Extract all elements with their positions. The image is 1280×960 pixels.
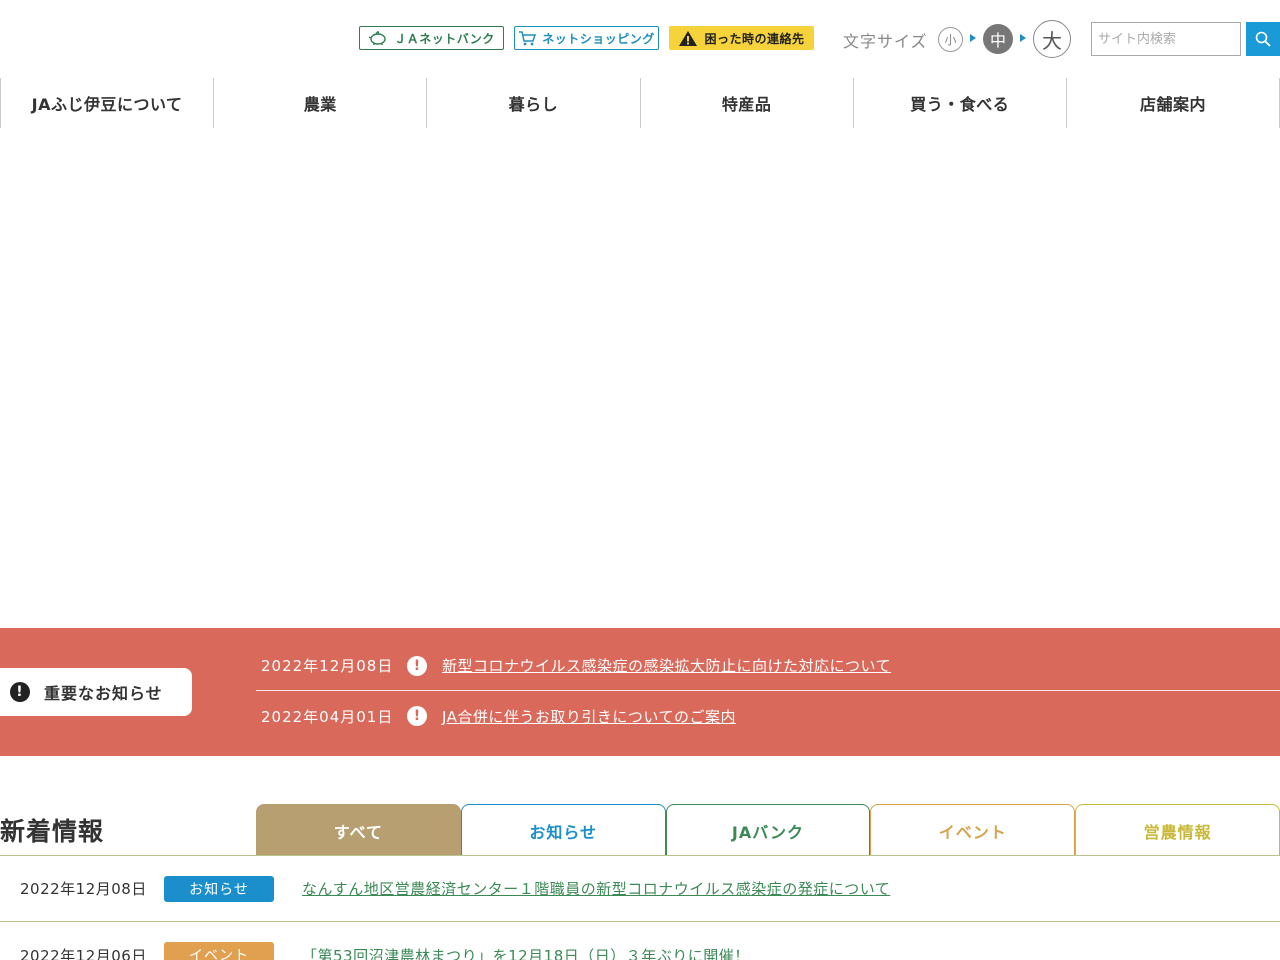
notice-link[interactable]: JA合併に伴うお取り引きについてのご案内 [442, 706, 736, 727]
news-link[interactable]: 「第53回沼津農林まつり」を12月18日（日）３年ぶりに開催！ [302, 945, 750, 960]
tab-farming-info[interactable]: 営農情報 [1075, 804, 1280, 856]
tab-notice[interactable]: お知らせ [460, 804, 666, 856]
search-icon [1255, 31, 1271, 47]
notice-date: 2022年04月01日 [261, 707, 394, 726]
ja-netbank-label: ＪＡネットバンク [394, 31, 495, 46]
font-size-small-button[interactable]: 小 [938, 27, 963, 52]
important-notice-item: 2022年04月01日 ! JA合併に伴うお取り引きについてのご案内 [256, 691, 1280, 741]
news-link[interactable]: なんすん地区営農経済センター１階職員の新型コロナウイルス感染症の発症について [302, 878, 890, 899]
nav-item-agriculture[interactable]: 農業 [214, 78, 428, 128]
important-notice-title-text: 重要なお知らせ [44, 684, 163, 703]
nav-item-shop-eat[interactable]: 買う・食べる [854, 78, 1067, 128]
piggy-bank-icon [368, 31, 386, 45]
news-item: 2022年12月08日 お知らせ なんすん地区営農経済センター１階職員の新型コロ… [0, 856, 1280, 922]
nav-item-living[interactable]: 暮らし [427, 78, 641, 128]
net-shopping-button[interactable]: ネットショッピング [514, 26, 659, 50]
global-nav: JAふじ伊豆について 農業 暮らし 特産品 買う・食べる 店舗案内 [0, 78, 1280, 128]
nav-item-about[interactable]: JAふじ伊豆について [1, 78, 215, 128]
triangle-right-icon [970, 34, 976, 42]
notice-link[interactable]: 新型コロナウイルス感染症の感染拡大防止に向けた対応について [442, 655, 891, 676]
nav-item-specialties[interactable]: 特産品 [641, 78, 854, 128]
exclamation-icon: ! [407, 706, 427, 726]
search-button[interactable] [1246, 22, 1280, 56]
cart-icon [519, 30, 537, 45]
news-tabs: すべて お知らせ JAバンク イベント 営農情報 [256, 804, 1280, 856]
triangle-right-icon [1020, 34, 1026, 42]
tab-event[interactable]: イベント [870, 804, 1076, 856]
emergency-contact-button[interactable]: 困った時の連絡先 [669, 26, 814, 50]
news-heading: 新着情報 [0, 817, 105, 846]
important-notice-section: ! 重要なお知らせ 2022年12月08日 ! 新型コロナウイルス感染症の感染拡… [0, 628, 1280, 756]
ja-netbank-button[interactable]: ＪＡネットバンク [359, 26, 504, 50]
category-badge: お知らせ [164, 875, 274, 902]
net-shopping-label: ネットショッピング [542, 31, 655, 46]
important-notice-item: 2022年12月08日 ! 新型コロナウイルス感染症の感染拡大防止に向けた対応に… [256, 641, 1280, 691]
site-header: ＪＡネットバンク ネットショッピング 困った時の連絡先 文字サイズ 小 中 大 [0, 0, 1280, 78]
important-notice-title: ! 重要なお知らせ [0, 668, 192, 716]
category-badge: イベント [164, 942, 274, 960]
exclamation-icon: ! [407, 655, 427, 676]
font-size-large-button[interactable]: 大 [1033, 20, 1071, 58]
tab-all[interactable]: すべて [256, 804, 461, 856]
warning-icon [679, 30, 698, 46]
exclamation-icon: ! [10, 682, 30, 702]
nav-item-stores[interactable]: 店舗案内 [1067, 78, 1280, 128]
news-date: 2022年12月08日 [20, 880, 147, 898]
site-search-input[interactable] [1091, 22, 1241, 56]
hero-area [0, 128, 1280, 628]
news-item: 2022年12月06日 イベント 「第53回沼津農林まつり」を12月18日（日）… [0, 922, 1280, 960]
tab-ja-bank[interactable]: JAバンク [665, 804, 871, 856]
notice-date: 2022年12月08日 [261, 657, 394, 675]
font-size-medium-button[interactable]: 中 [983, 24, 1013, 54]
font-size-label: 文字サイズ [843, 32, 928, 51]
emergency-contact-label: 困った時の連絡先 [704, 31, 805, 46]
news-date: 2022年12月06日 [20, 946, 147, 960]
